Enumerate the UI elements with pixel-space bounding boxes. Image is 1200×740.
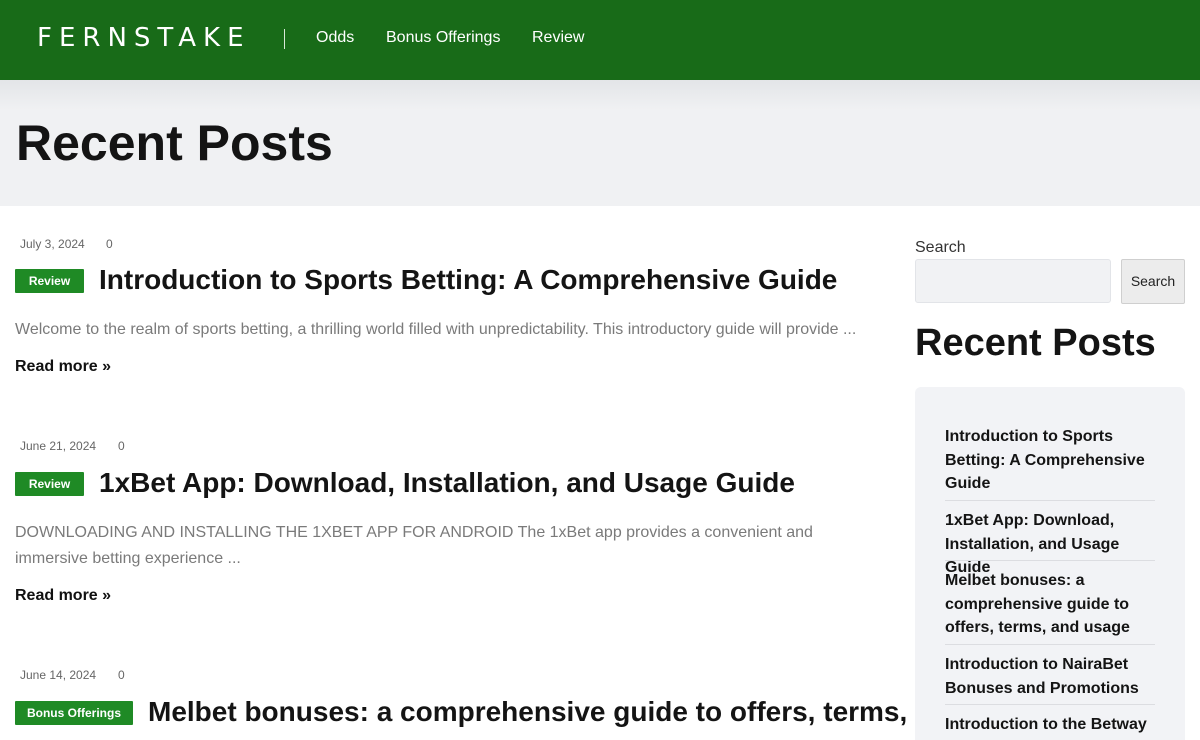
sidebar-divider <box>945 704 1155 705</box>
search-button[interactable]: Search <box>1121 259 1185 304</box>
post-category-badge[interactable]: Review <box>15 472 84 496</box>
nav-item-review[interactable]: Review <box>532 28 584 48</box>
site-header: FERNSTAKE Odds Bonus Offerings Review <box>0 0 1200 80</box>
post-comment-count[interactable]: 0 <box>106 237 113 251</box>
post-date: June 14, 2024 <box>20 668 97 682</box>
nav-item-bonus-offerings[interactable]: Bonus Offerings <box>386 28 500 48</box>
post-title[interactable]: 1xBet App: Download, Installation, and U… <box>99 466 795 500</box>
post-title[interactable]: Melbet bonuses: a comprehensive guide to… <box>148 695 907 729</box>
site-logo[interactable]: FERNSTAKE <box>37 22 251 54</box>
post-comment-count[interactable]: 0 <box>118 439 125 453</box>
post-date: July 3, 2024 <box>20 237 85 251</box>
post-comment-count[interactable]: 0 <box>118 668 125 682</box>
sidebar-recent-post-link[interactable]: Melbet bonuses: a comprehensive guide to… <box>945 569 1157 640</box>
read-more-link[interactable]: Read more » <box>15 357 111 377</box>
post-excerpt: Welcome to the realm of sports betting, … <box>15 321 857 338</box>
sidebar-recent-post-link[interactable]: Introduction to Sports Betting: A Compre… <box>945 425 1157 496</box>
header-shadow <box>0 80 1200 110</box>
sidebar-recent-posts-title: Recent Posts <box>915 322 1156 364</box>
sidebar-divider <box>945 644 1155 645</box>
sidebar-divider <box>945 500 1155 501</box>
logo-divider <box>284 29 285 49</box>
sidebar-recent-post-link[interactable]: Introduction to NairaBet Bonuses and Pro… <box>945 653 1157 700</box>
sidebar-divider <box>945 560 1155 561</box>
read-more-link[interactable]: Read more » <box>15 586 111 606</box>
post-category-badge[interactable]: Bonus Offerings <box>15 701 133 725</box>
nav-item-odds[interactable]: Odds <box>316 28 354 48</box>
post-title[interactable]: Introduction to Sports Betting: A Compre… <box>99 263 837 297</box>
post-category-badge[interactable]: Review <box>15 269 84 293</box>
sidebar-recent-post-link[interactable]: Introduction to the Betway <box>945 713 1157 737</box>
post-excerpt: DOWNLOADING AND INSTALLING THE 1XBET APP… <box>15 524 813 567</box>
page-title: Recent Posts <box>16 115 333 171</box>
search-label: Search <box>915 239 966 256</box>
post-date: June 21, 2024 <box>20 439 97 453</box>
search-input[interactable] <box>915 259 1111 303</box>
